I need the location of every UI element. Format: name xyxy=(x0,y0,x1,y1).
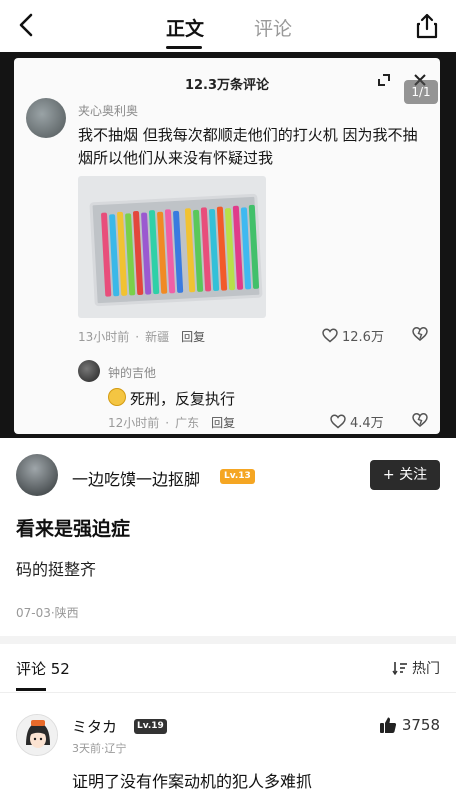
reply-text: 死刑，反复执行 xyxy=(130,390,236,408)
avatar xyxy=(78,360,100,382)
thumbs-up-icon xyxy=(379,717,396,733)
reply-username: 钟的吉他 xyxy=(108,366,157,380)
share-icon[interactable] xyxy=(414,12,440,40)
comment-text: 证明了没有作案动机的犯人多难抓 xyxy=(72,772,313,791)
active-tab-indicator xyxy=(166,46,202,49)
like-count: 3758 xyxy=(401,716,440,734)
lighter-tray xyxy=(89,193,263,307)
post-meta: 07-03·陕西 xyxy=(16,606,79,620)
reply-like: 4.4万 xyxy=(330,412,384,431)
image-page-indicator: 1/1 xyxy=(404,80,438,104)
reply-time: 12小时前 xyxy=(108,416,160,430)
reply-link: 回复 xyxy=(181,330,206,344)
expand-icon xyxy=(378,74,390,86)
comments-tab-indicator xyxy=(16,688,46,691)
follow-button[interactable]: + 关注 xyxy=(370,460,440,490)
like-button[interactable]: 3758 xyxy=(379,716,440,734)
reply-meta: 12小时前 · 广东 回复 xyxy=(108,416,236,430)
comment-location: 新疆 xyxy=(145,330,170,344)
anime-avatar-icon xyxy=(17,715,57,755)
dislike-heart-icon xyxy=(412,413,428,427)
tab-main-text[interactable]: 正文 xyxy=(166,14,204,41)
author-name[interactable]: 一边吃馍一边抠脚 xyxy=(72,466,200,490)
reply-location: 广东 xyxy=(175,416,200,430)
embedded-comment-screenshot: 12.3万条评论 1/1 夹心奥利奥 我不抽烟 但我每次都顺走他们的打火机 因为… xyxy=(14,58,440,434)
commenter-name[interactable]: ミタカ xyxy=(72,716,117,737)
comment-time: 13小时前 xyxy=(78,330,130,344)
heart-icon xyxy=(322,328,338,343)
level-badge: Lv.13 xyxy=(220,469,255,484)
divider xyxy=(0,692,456,693)
post-title: 看来是强迫症 xyxy=(16,518,131,540)
comments-header[interactable]: 评论 52 xyxy=(16,658,70,679)
top-nav-bar: 正文 评论 xyxy=(0,0,456,52)
comment-like-count: 12.6万 xyxy=(342,330,384,345)
post-image[interactable]: 12.3万条评论 1/1 夹心奥利奥 我不抽烟 但我每次都顺走他们的打火机 因为… xyxy=(0,52,456,438)
sort-icon xyxy=(392,662,407,675)
comment-meta: 13小时前 · 新疆 回复 xyxy=(78,330,206,344)
heart-icon xyxy=(330,414,346,429)
tab-comments[interactable]: 评论 xyxy=(254,14,292,41)
reply-like-count: 4.4万 xyxy=(350,416,384,431)
avatar xyxy=(26,98,66,138)
level-badge: Lv.19 xyxy=(134,719,167,734)
post-body: 码的挺整齐 xyxy=(16,560,97,579)
section-divider xyxy=(0,636,456,644)
lighters-photo xyxy=(78,176,266,318)
comment-like: 12.6万 xyxy=(322,326,384,345)
sort-label: 热门 xyxy=(412,661,440,677)
reply-link: 回复 xyxy=(211,416,236,430)
grin-emoji-icon xyxy=(108,388,126,406)
dislike-heart-icon xyxy=(412,327,428,341)
back-arrow-icon[interactable] xyxy=(12,10,40,40)
author-avatar[interactable] xyxy=(16,454,58,496)
sort-button[interactable]: 热门 xyxy=(392,658,440,678)
comment-text: 我不抽烟 但我每次都顺走他们的打火机 因为我不抽烟所以他们从来没有怀疑过我 xyxy=(78,126,418,167)
comment-meta: 3天前·辽宁 xyxy=(72,742,127,755)
comment-username: 夹心奥利奥 xyxy=(78,104,139,118)
commenter-avatar[interactable] xyxy=(16,714,58,756)
